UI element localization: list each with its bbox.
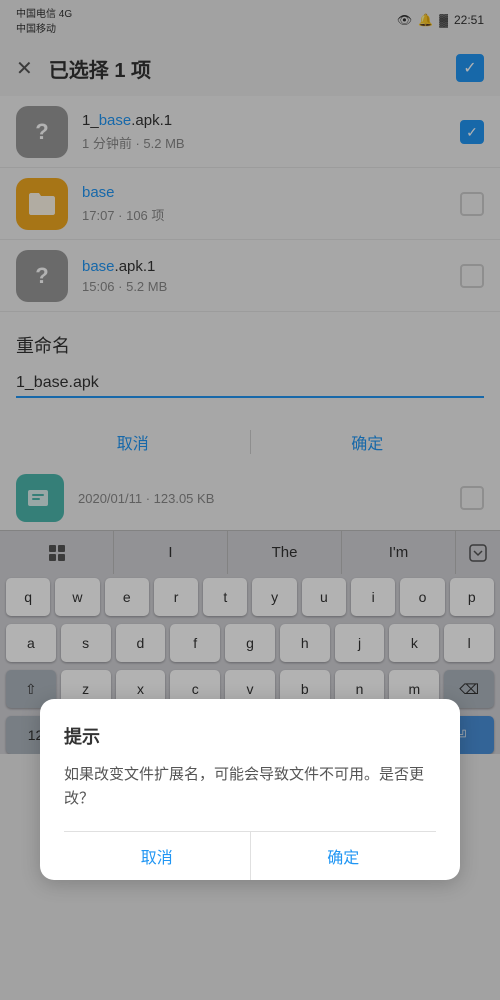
dialog-message: 如果改变文件扩展名，可能会导致文件不可用。是否更改？ (64, 763, 436, 811)
dialog-cancel-button[interactable]: 取消 (64, 832, 250, 880)
dialog-overlay: 提示 如果改变文件扩展名，可能会导致文件不可用。是否更改？ 取消 确定 (0, 0, 500, 1000)
dialog-confirm-button[interactable]: 确定 (251, 832, 437, 880)
dialog: 提示 如果改变文件扩展名，可能会导致文件不可用。是否更改？ 取消 确定 (40, 699, 460, 880)
dialog-actions: 取消 确定 (64, 831, 436, 880)
dialog-title: 提示 (64, 723, 436, 749)
